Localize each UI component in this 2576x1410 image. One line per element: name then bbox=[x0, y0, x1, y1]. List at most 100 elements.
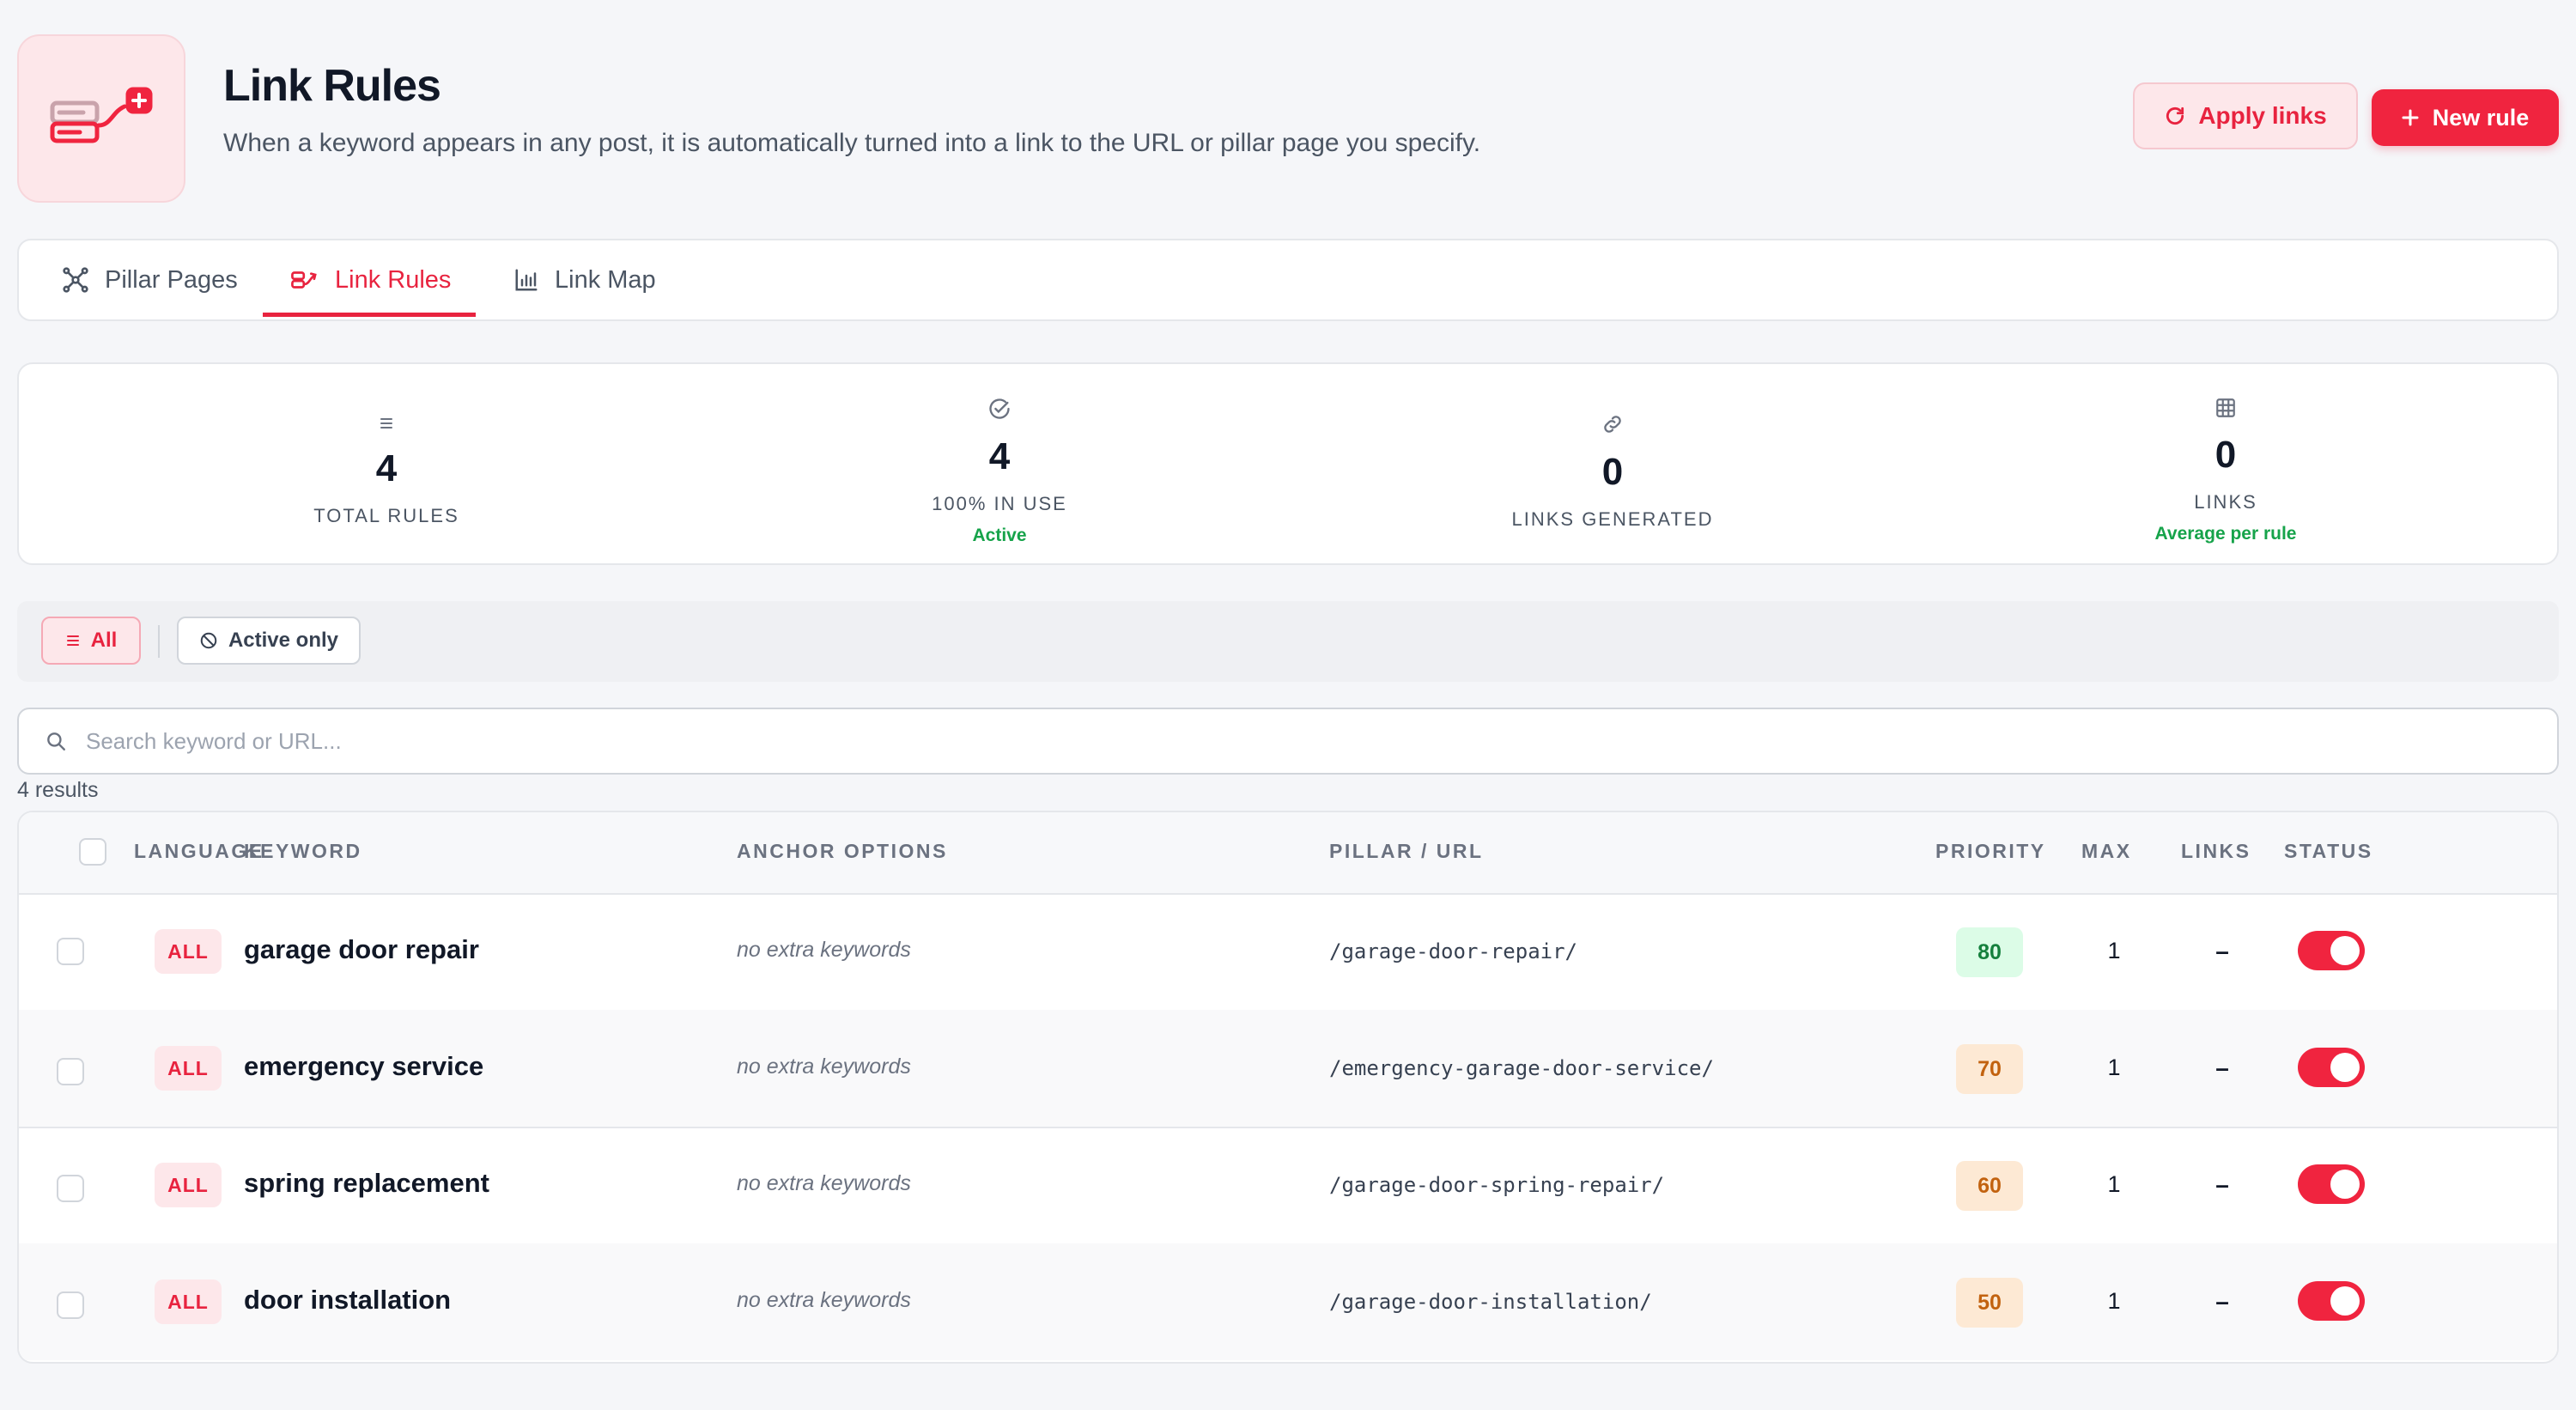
max-value: 1 bbox=[2107, 1054, 2121, 1080]
tabs-bar: Pillar Pages Link Rules Link Map bbox=[17, 239, 2559, 321]
plus-icon bbox=[2402, 109, 2419, 126]
tab-link-map[interactable]: Link Map bbox=[513, 240, 656, 319]
column-anchor-options: ANCHOR OPTIONS bbox=[737, 840, 948, 862]
stat-avg-links: 0 LINKS Average per rule bbox=[2011, 397, 2440, 544]
status-toggle[interactable] bbox=[2298, 1164, 2365, 1204]
priority-badge: 80 bbox=[1956, 927, 2023, 977]
keyword-text: emergency service bbox=[244, 1051, 484, 1081]
row-checkbox[interactable] bbox=[57, 1058, 84, 1085]
links-value: – bbox=[2215, 938, 2229, 964]
stat-label: 100% IN USE bbox=[932, 493, 1067, 514]
tab-link-rules[interactable]: Link Rules bbox=[290, 240, 451, 319]
page-title: Link Rules bbox=[223, 61, 441, 111]
tab-pillar-pages[interactable]: Pillar Pages bbox=[62, 240, 238, 319]
stat-label: TOTAL RULES bbox=[313, 505, 459, 526]
app-logo-icon bbox=[17, 34, 185, 203]
column-max[interactable]: MAX bbox=[2081, 840, 2132, 863]
anchor-options-text: no extra keywords bbox=[737, 1171, 911, 1195]
status-toggle[interactable] bbox=[2298, 1048, 2365, 1087]
apply-links-button[interactable]: Apply links bbox=[2133, 82, 2358, 149]
ban-icon bbox=[200, 632, 217, 649]
select-all-checkbox[interactable] bbox=[79, 838, 106, 866]
search-icon bbox=[47, 732, 65, 751]
rules-table: LANGUAGE KEYWORD ANCHOR OPTIONS PILLAR /… bbox=[17, 811, 2559, 1364]
check-circle-icon bbox=[989, 398, 1010, 419]
column-keyword[interactable]: KEYWORD bbox=[244, 840, 362, 863]
bar-chart-icon bbox=[515, 269, 538, 291]
row-checkbox[interactable] bbox=[57, 1175, 84, 1202]
nodes-icon bbox=[63, 267, 88, 293]
pillar-url-text: /garage-door-spring-repair/ bbox=[1329, 1173, 1665, 1197]
anchor-options-text: no extra keywords bbox=[737, 938, 911, 962]
column-links[interactable]: LINKS bbox=[2181, 840, 2251, 863]
stat-label: LINKS GENERATED bbox=[1511, 508, 1714, 530]
stat-total-rules: 4 TOTAL RULES bbox=[172, 414, 601, 527]
apply-links-label: Apply links bbox=[2198, 102, 2327, 129]
priority-badge: 50 bbox=[1956, 1278, 2023, 1328]
stat-value: 4 bbox=[988, 435, 1011, 477]
filter-active-only-button[interactable]: Active only bbox=[177, 617, 361, 665]
table-row[interactable]: ALL spring replacement no extra keywords… bbox=[19, 1127, 2557, 1245]
pillar-url-text: /garage-door-installation/ bbox=[1329, 1290, 1652, 1314]
list-icon bbox=[66, 635, 79, 646]
language-badge: ALL bbox=[155, 1046, 222, 1091]
tab-link-map-label: Link Map bbox=[555, 265, 656, 294]
status-toggle[interactable] bbox=[2298, 1281, 2365, 1321]
table-row[interactable]: ALL emergency service no extra keywords … bbox=[19, 1010, 2557, 1128]
column-status[interactable]: STATUS bbox=[2284, 840, 2373, 863]
table-row[interactable]: ALL garage door repair no extra keywords… bbox=[19, 893, 2557, 1012]
stat-in-use: 4 100% IN USE Active bbox=[785, 397, 1214, 546]
table-header: LANGUAGE KEYWORD ANCHOR OPTIONS PILLAR /… bbox=[19, 812, 2557, 895]
links-value: – bbox=[2215, 1054, 2229, 1081]
active-tab-indicator bbox=[263, 313, 476, 317]
new-rule-label: New rule bbox=[2432, 104, 2530, 131]
column-priority[interactable]: PRIORITY bbox=[1935, 840, 2046, 863]
stat-label: LINKS bbox=[2194, 491, 2257, 513]
stat-value: 4 bbox=[375, 447, 398, 489]
priority-badge: 70 bbox=[1956, 1044, 2023, 1094]
anchor-options-text: no extra keywords bbox=[737, 1288, 911, 1312]
table-row[interactable]: ALL door installation no extra keywords … bbox=[19, 1243, 2557, 1360]
language-badge: ALL bbox=[155, 929, 222, 974]
row-checkbox[interactable] bbox=[57, 938, 84, 965]
toggle-knob bbox=[2330, 1170, 2360, 1199]
link-rule-icon bbox=[291, 271, 317, 289]
pillar-url-text: /garage-door-repair/ bbox=[1329, 939, 1577, 963]
keyword-text: garage door repair bbox=[244, 934, 479, 964]
keyword-text: door installation bbox=[244, 1285, 452, 1315]
tab-pillar-pages-label: Pillar Pages bbox=[105, 265, 238, 294]
pillar-url-text: /emergency-garage-door-service/ bbox=[1329, 1056, 1714, 1080]
tab-link-rules-label: Link Rules bbox=[335, 265, 452, 294]
keyword-text: spring replacement bbox=[244, 1168, 489, 1198]
grid-icon bbox=[2216, 398, 2235, 417]
search-input[interactable] bbox=[84, 726, 2492, 756]
filter-divider bbox=[158, 625, 160, 658]
stat-sub: Active bbox=[972, 526, 1027, 545]
filter-active-only-label: Active only bbox=[228, 629, 339, 652]
list-icon bbox=[380, 418, 392, 428]
new-rule-button[interactable]: New rule bbox=[2372, 89, 2559, 146]
priority-badge: 60 bbox=[1956, 1161, 2023, 1211]
toggle-knob bbox=[2330, 1286, 2360, 1316]
stat-links-generated: 0 LINKS GENERATED bbox=[1398, 412, 1827, 531]
search-box[interactable] bbox=[17, 708, 2559, 775]
column-pillar-url[interactable]: PILLAR / URL bbox=[1329, 840, 1484, 863]
links-value: – bbox=[2215, 1171, 2229, 1198]
language-badge: ALL bbox=[155, 1163, 222, 1207]
toggle-knob bbox=[2330, 936, 2360, 965]
stat-value: 0 bbox=[2215, 434, 2237, 476]
toggle-knob bbox=[2330, 1053, 2360, 1082]
filter-all-label: All bbox=[90, 629, 118, 652]
link-icon bbox=[1604, 416, 1621, 433]
max-value: 1 bbox=[2107, 1171, 2121, 1197]
max-value: 1 bbox=[2107, 1288, 2121, 1314]
links-value: – bbox=[2215, 1288, 2229, 1315]
page-subtitle: When a keyword appears in any post, it i… bbox=[223, 129, 1481, 157]
results-count: 4 results bbox=[17, 778, 99, 802]
row-checkbox[interactable] bbox=[57, 1291, 84, 1319]
language-badge: ALL bbox=[155, 1279, 222, 1324]
status-toggle[interactable] bbox=[2298, 931, 2365, 970]
max-value: 1 bbox=[2107, 938, 2121, 963]
refresh-icon bbox=[2166, 106, 2184, 125]
filter-all-button[interactable]: All bbox=[41, 617, 141, 665]
